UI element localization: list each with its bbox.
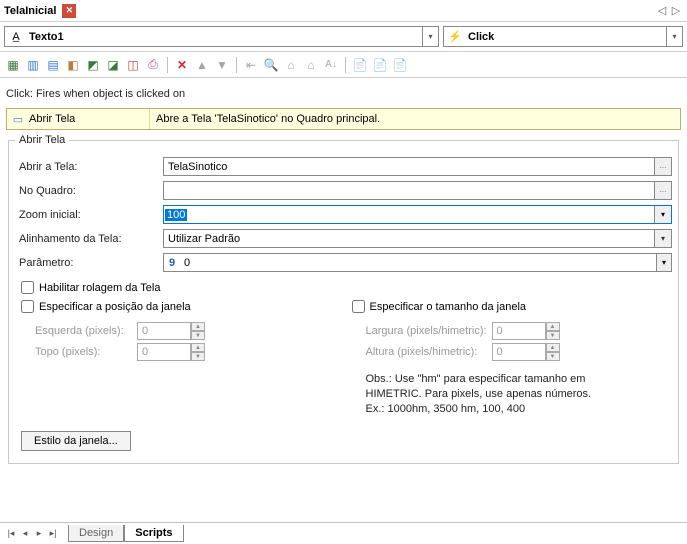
label-esquerda: Esquerda (pixels):: [21, 325, 137, 337]
estilo-janela-button[interactable]: Estilo da janela...: [21, 431, 131, 451]
tool-8-icon[interactable]: ⎙: [144, 56, 162, 74]
quadro-field[interactable]: …: [163, 181, 672, 200]
altura-value: 0: [492, 343, 546, 361]
tool-c-icon: A↓: [322, 56, 340, 74]
habilitar-label: Habilitar rolagem da Tela: [39, 282, 160, 294]
tool-a-icon: ⌂: [282, 56, 300, 74]
label-zoom: Zoom inicial:: [15, 209, 163, 221]
spin-down-icon: ▼: [546, 331, 560, 340]
close-icon[interactable]: ✕: [62, 4, 76, 18]
tool-5-icon[interactable]: ◩: [84, 56, 102, 74]
abrir-tela-value: TelaSinotico: [164, 161, 654, 173]
topo-stepper: 0 ▲▼: [137, 343, 205, 361]
pos-title: Especificar a posição da janela: [39, 301, 191, 313]
command-row[interactable]: ▭ Abrir Tela Abre a Tela 'TelaSinotico' …: [6, 108, 681, 130]
tab-last-icon[interactable]: ▸|: [46, 528, 60, 539]
dropdown-button[interactable]: ▾: [656, 254, 671, 271]
alinhamento-field[interactable]: Utilizar Padrão ▾: [163, 229, 672, 248]
event-selector-value: Click: [466, 31, 666, 43]
window-title: TelaInicial: [4, 5, 56, 17]
copy-icon[interactable]: 📄: [351, 56, 369, 74]
habilitar-rolagem-checkbox[interactable]: Habilitar rolagem da Tela: [15, 277, 672, 298]
esquerda-value: 0: [137, 322, 191, 340]
lightning-icon: ⚡: [447, 29, 463, 45]
spin-down-icon: ▼: [191, 352, 205, 361]
tool-6-icon[interactable]: ◪: [104, 56, 122, 74]
tab-strip: |◂ ◂ ▸ ▸| Design Scripts: [0, 522, 687, 544]
group-legend: Abrir Tela: [15, 134, 69, 146]
altura-stepper: 0 ▲▼: [492, 343, 560, 361]
alinhamento-value: Utilizar Padrão: [164, 233, 654, 245]
zoom-value: 100: [165, 209, 187, 221]
nav-prev-icon[interactable]: ◁: [655, 4, 669, 17]
label-largura: Largura (pixels/himetric):: [352, 325, 492, 337]
tab-scripts[interactable]: Scripts: [124, 525, 183, 542]
spin-up-icon: ▲: [546, 322, 560, 331]
command-description: Abre a Tela 'TelaSinotico' no Quadro pri…: [149, 109, 680, 129]
tab-design[interactable]: Design: [68, 525, 124, 542]
checkbox[interactable]: [352, 300, 365, 313]
tool-b-icon: ⌂: [302, 56, 320, 74]
event-selector[interactable]: ⚡ Click ▾: [443, 26, 683, 47]
toolbar: ▦ ▥ ▤ ◧ ◩ ◪ ◫ ⎙ ✕ ▲ ▼ ⇤ 🔍 ⌂ ⌂ A↓ 📄 📄 📄: [0, 52, 687, 78]
spin-up-icon: ▲: [191, 322, 205, 331]
chevron-down-icon[interactable]: ▾: [422, 27, 438, 46]
esquerda-stepper: 0 ▲▼: [137, 322, 205, 340]
label-altura: Altura (pixels/himetric):: [352, 346, 492, 358]
tool-indent-icon: ⇤: [242, 56, 260, 74]
open-screen-icon: ▭: [7, 113, 29, 126]
tab-first-icon[interactable]: |◂: [4, 528, 18, 539]
parametro-field[interactable]: 9 0 ▾: [163, 253, 672, 272]
largura-stepper: 0 ▲▼: [492, 322, 560, 340]
move-up-icon: ▲: [193, 56, 211, 74]
especificar-tamanho-checkbox[interactable]: Especificar o tamanho da janela: [352, 298, 667, 319]
chevron-down-icon[interactable]: ▾: [654, 206, 671, 223]
check-icon[interactable]: 📄: [391, 56, 409, 74]
parametro-value: 0: [180, 257, 656, 269]
label-quadro: No Quadro:: [15, 185, 163, 197]
nav-next-icon[interactable]: ▷: [669, 4, 683, 17]
object-selector-value: Texto1: [27, 31, 422, 43]
command-name: Abrir Tela: [29, 113, 149, 125]
paste-icon[interactable]: 📄: [371, 56, 389, 74]
largura-value: 0: [492, 322, 546, 340]
number-icon: 9: [164, 257, 180, 269]
chevron-down-icon[interactable]: ▾: [654, 230, 671, 247]
tam-title: Especificar o tamanho da janela: [370, 301, 527, 313]
spin-up-icon: ▲: [546, 343, 560, 352]
browse-button[interactable]: …: [654, 182, 671, 199]
label-abrir: Abrir a Tela:: [15, 161, 163, 173]
text-object-icon: A̲: [8, 29, 24, 45]
tool-3-icon[interactable]: ▤: [44, 56, 62, 74]
chevron-down-icon[interactable]: ▾: [666, 27, 682, 46]
event-help-text: Click: Fires when object is clicked on: [0, 78, 687, 104]
tool-4-icon[interactable]: ◧: [64, 56, 82, 74]
spin-down-icon: ▼: [191, 331, 205, 340]
label-alinhamento: Alinhamento da Tela:: [15, 233, 163, 245]
zoom-field[interactable]: 100 ▾: [163, 205, 672, 224]
obs-text: Obs.: Use "hm" para especificar tamanho …: [352, 364, 667, 417]
object-selector[interactable]: A̲ Texto1 ▾: [4, 26, 439, 47]
abrir-tela-field[interactable]: TelaSinotico …: [163, 157, 672, 176]
spin-up-icon: ▲: [191, 343, 205, 352]
find-icon[interactable]: 🔍: [262, 56, 280, 74]
tool-2-icon[interactable]: ▥: [24, 56, 42, 74]
move-down-icon: ▼: [213, 56, 231, 74]
browse-button[interactable]: …: [654, 158, 671, 175]
tool-1-icon[interactable]: ▦: [4, 56, 22, 74]
especificar-posicao-checkbox[interactable]: Especificar a posição da janela: [21, 298, 336, 319]
spin-down-icon: ▼: [546, 352, 560, 361]
tab-prev-icon[interactable]: ◂: [18, 528, 32, 539]
checkbox[interactable]: [21, 300, 34, 313]
topo-value: 0: [137, 343, 191, 361]
open-screen-group: Abrir Tela Abrir a Tela: TelaSinotico … …: [8, 134, 679, 464]
checkbox[interactable]: [21, 281, 34, 294]
label-parametro: Parâmetro:: [15, 257, 163, 269]
delete-icon[interactable]: ✕: [173, 56, 191, 74]
tool-7-icon[interactable]: ◫: [124, 56, 142, 74]
tab-next-icon[interactable]: ▸: [32, 528, 46, 539]
label-topo: Topo (pixels):: [21, 346, 137, 358]
